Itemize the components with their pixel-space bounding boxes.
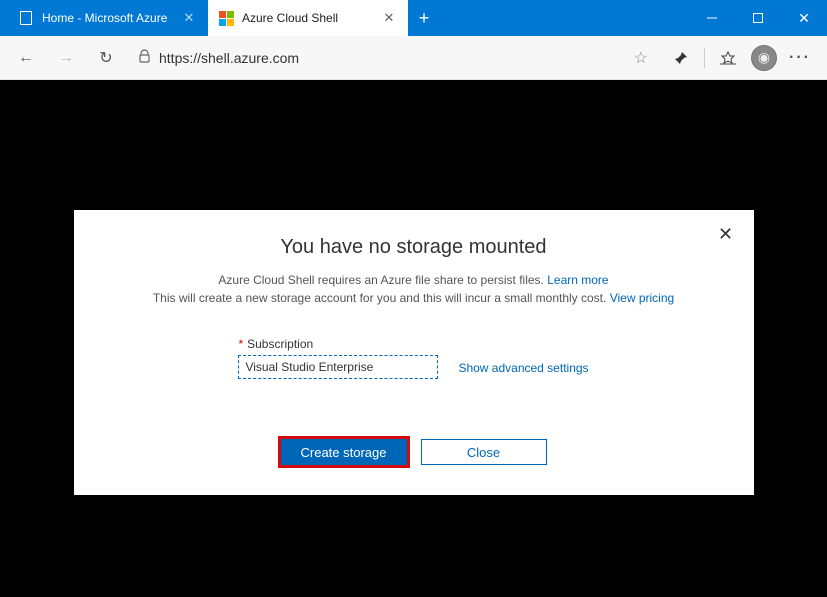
create-storage-button[interactable]: Create storage bbox=[281, 439, 407, 465]
subscription-row: *Subscription Visual Studio Enterprise S… bbox=[114, 337, 714, 379]
storage-modal: ✕ You have no storage mounted Azure Clou… bbox=[74, 210, 754, 495]
close-icon[interactable]: ✕ bbox=[380, 9, 398, 27]
new-tab-button[interactable]: + bbox=[408, 0, 440, 36]
toolbar-right: ◉ ··· bbox=[664, 42, 817, 74]
microsoft-logo-icon bbox=[218, 10, 234, 26]
address-bar: ← → ↻ https://shell.azure.com ☆ ◉ ··· bbox=[0, 36, 827, 80]
subscription-label: *Subscription bbox=[238, 337, 438, 351]
more-menu-button[interactable]: ··· bbox=[783, 42, 817, 74]
subscription-field: *Subscription Visual Studio Enterprise bbox=[238, 337, 438, 379]
learn-more-link[interactable]: Learn more bbox=[547, 273, 608, 287]
forward-button[interactable]: → bbox=[50, 42, 82, 74]
window-titlebar: Home - Microsoft Azure ✕ Azure Cloud She… bbox=[0, 0, 827, 36]
tab-cloud-shell[interactable]: Azure Cloud Shell ✕ bbox=[208, 0, 408, 36]
url-text: https://shell.azure.com bbox=[159, 50, 626, 66]
desc-line2: This will create a new storage account f… bbox=[153, 291, 610, 305]
profile-avatar[interactable]: ◉ bbox=[747, 42, 781, 74]
lock-icon bbox=[138, 49, 151, 66]
tab-label: Home - Microsoft Azure bbox=[42, 11, 174, 25]
tab-strip: Home - Microsoft Azure ✕ Azure Cloud She… bbox=[0, 0, 440, 36]
window-controls: ✕ bbox=[689, 0, 827, 36]
close-button[interactable]: Close bbox=[421, 439, 547, 465]
close-icon[interactable]: ✕ bbox=[180, 9, 198, 27]
separator bbox=[704, 48, 705, 68]
minimize-button[interactable] bbox=[689, 0, 735, 36]
page-icon bbox=[18, 10, 34, 26]
tab-label: Azure Cloud Shell bbox=[242, 11, 374, 25]
modal-buttons: Create storage Close bbox=[114, 439, 714, 465]
url-field[interactable]: https://shell.azure.com ☆ bbox=[130, 42, 656, 74]
desc-line1: Azure Cloud Shell requires an Azure file… bbox=[218, 273, 547, 287]
star-icon[interactable]: ☆ bbox=[634, 48, 648, 68]
modal-close-button[interactable]: ✕ bbox=[716, 224, 736, 244]
tab-home-azure[interactable]: Home - Microsoft Azure ✕ bbox=[8, 0, 208, 36]
maximize-button[interactable] bbox=[735, 0, 781, 36]
subscription-select[interactable]: Visual Studio Enterprise bbox=[238, 355, 438, 379]
back-button[interactable]: ← bbox=[10, 42, 42, 74]
window-close-button[interactable]: ✕ bbox=[781, 0, 827, 36]
pin-icon[interactable] bbox=[664, 42, 698, 74]
advanced-settings-link[interactable]: Show advanced settings bbox=[458, 361, 588, 379]
page-content: ✕ You have no storage mounted Azure Clou… bbox=[0, 80, 827, 597]
modal-title: You have no storage mounted bbox=[114, 236, 714, 259]
modal-description: Azure Cloud Shell requires an Azure file… bbox=[114, 271, 714, 307]
favorites-icon[interactable] bbox=[711, 42, 745, 74]
refresh-button[interactable]: ↻ bbox=[90, 42, 122, 74]
view-pricing-link[interactable]: View pricing bbox=[610, 291, 674, 305]
